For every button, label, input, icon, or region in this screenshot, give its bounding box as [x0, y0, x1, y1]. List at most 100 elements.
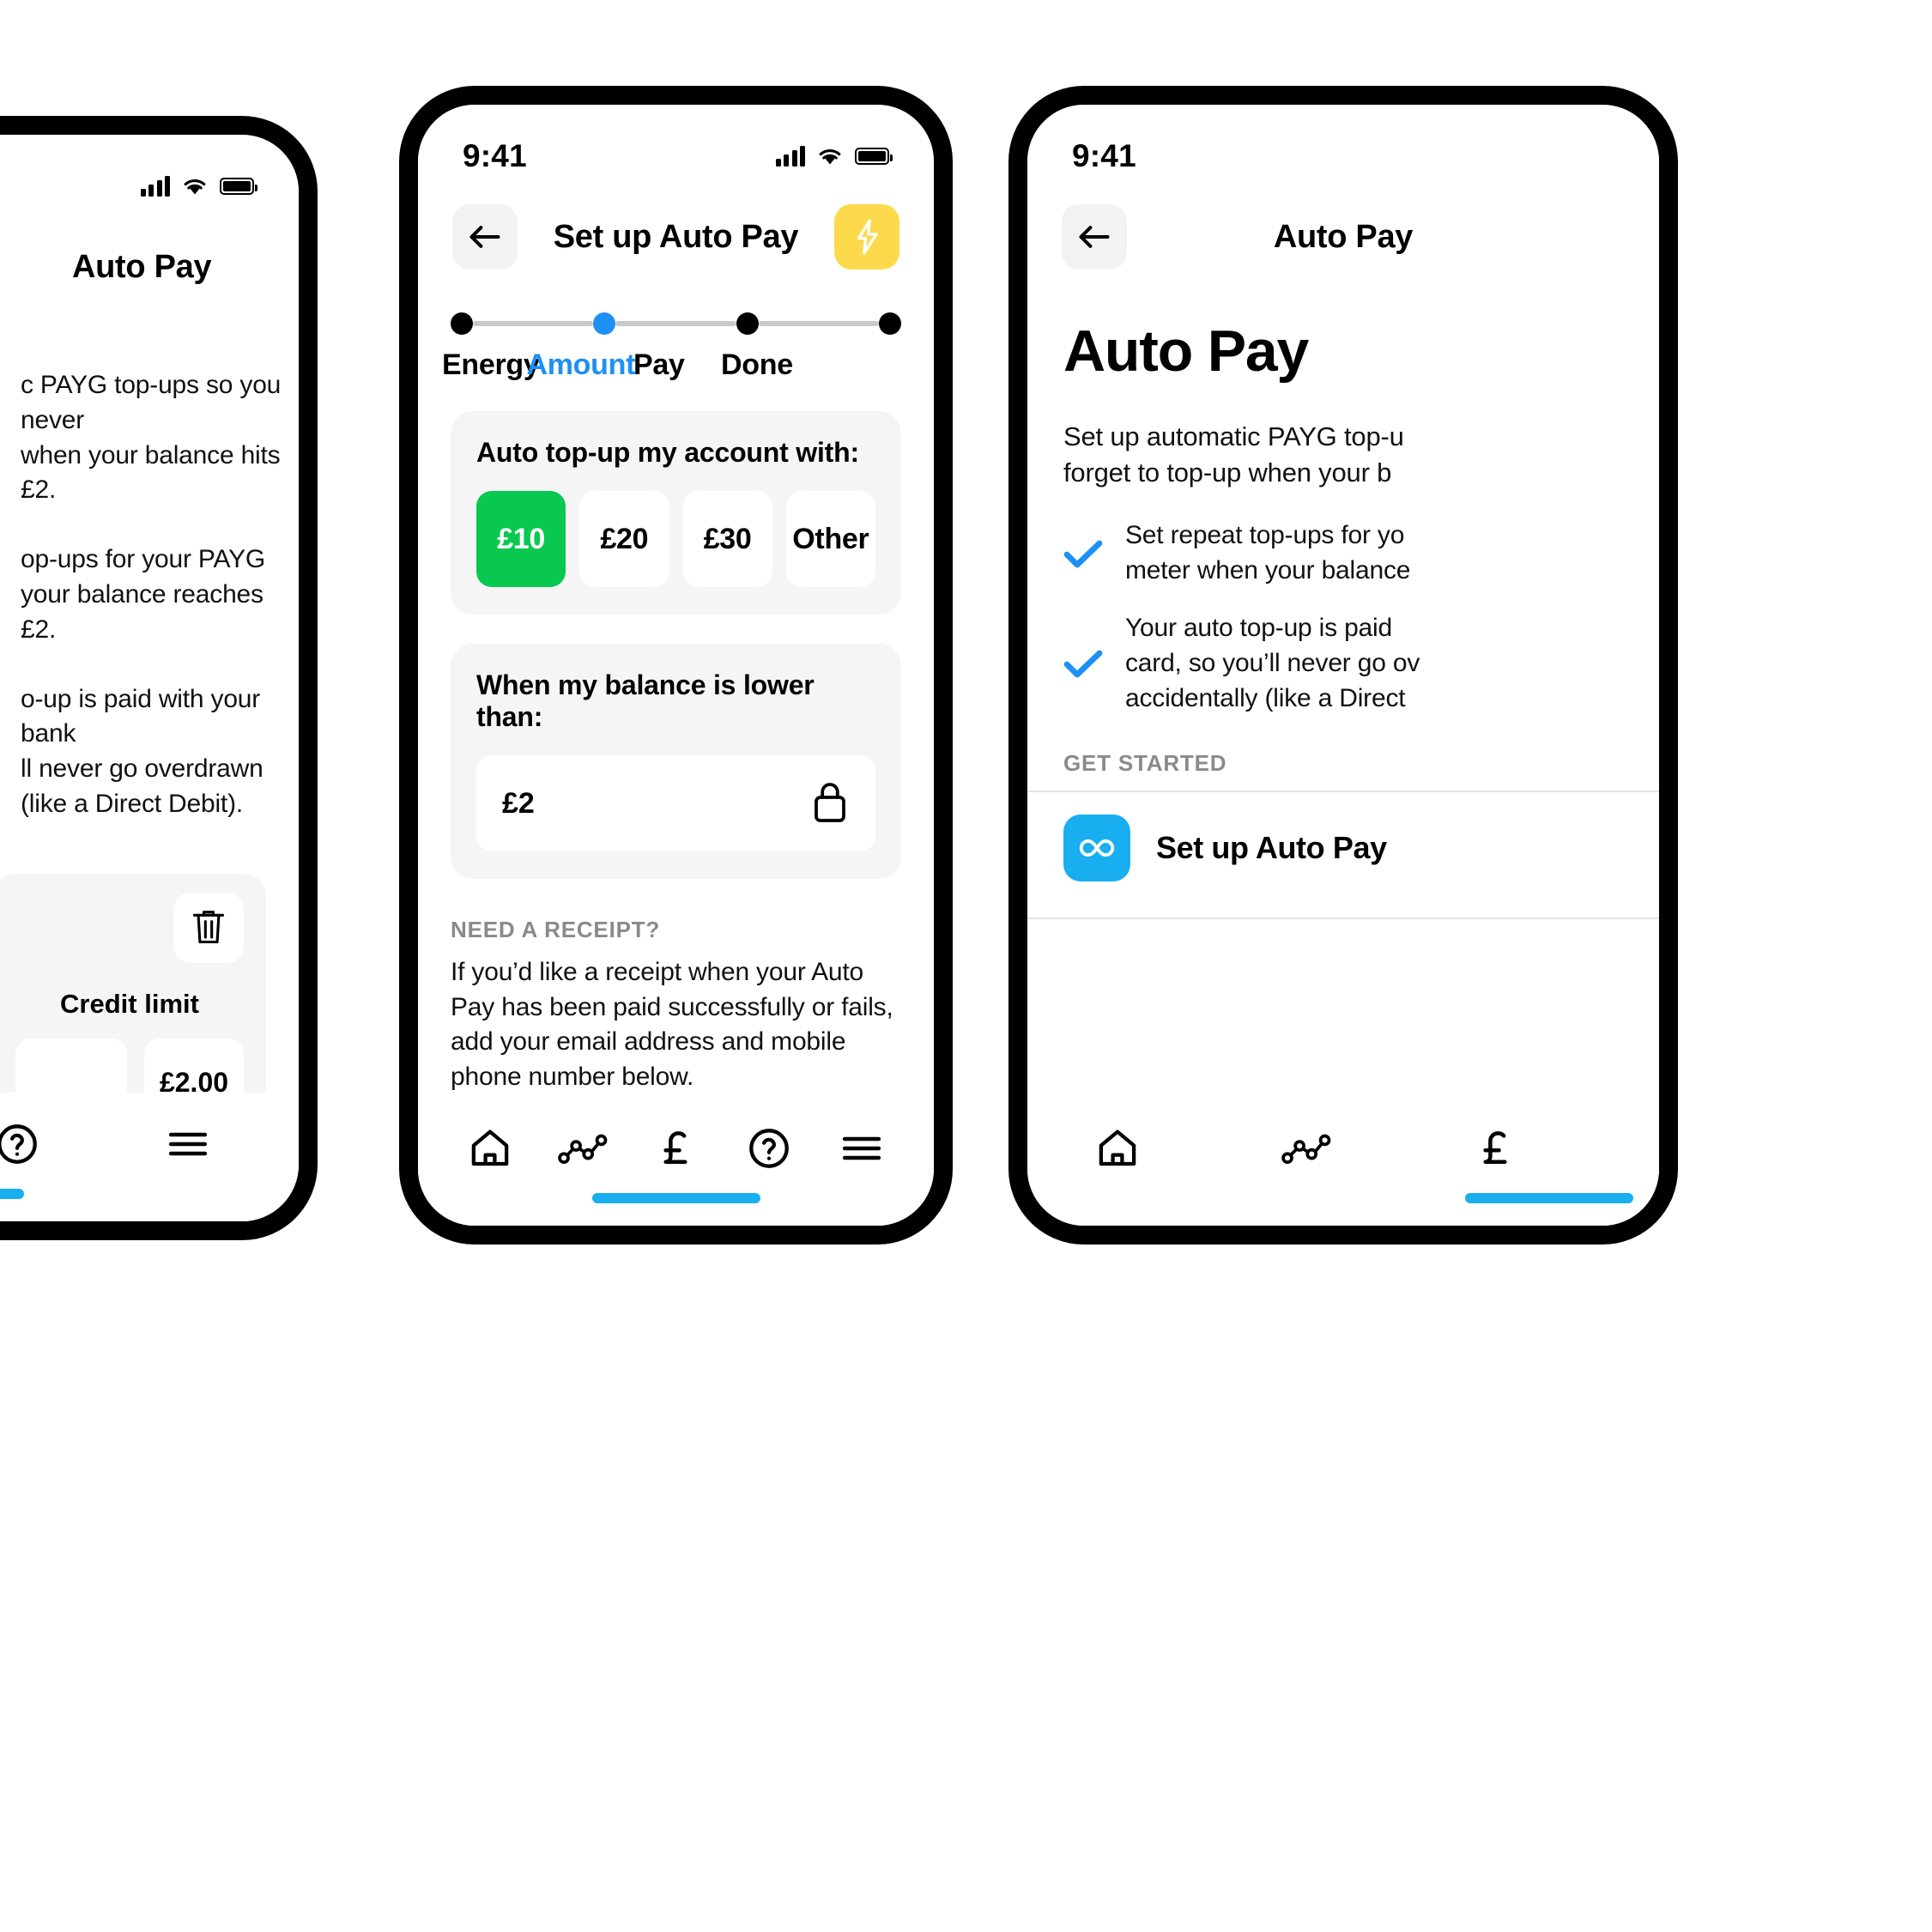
pound-icon[interactable] — [637, 1110, 714, 1187]
stepper-label-done: Done — [721, 348, 793, 381]
left-screen: Auto Pay c PAYG top-ups so you never whe… — [0, 135, 299, 1221]
stepper-bar-2 — [615, 321, 736, 326]
pound-icon[interactable] — [1457, 1110, 1534, 1187]
topup-amount-title: Auto top-up my account with: — [476, 437, 859, 468]
receipt-eyebrow: NEED A RECEIPT? — [451, 917, 661, 942]
benefit2-line3: accidentally (like a Direct — [1125, 683, 1406, 712]
stepper-labels: Energy Amount Pay Done — [442, 348, 901, 382]
set-up-auto-pay-row[interactable]: Set up Auto Pay — [1027, 792, 1659, 904]
signal-bars-icon — [140, 176, 170, 197]
benefit1-line2: meter when your balance — [1125, 556, 1411, 585]
usage-graph-icon[interactable] — [544, 1110, 621, 1187]
menu-icon[interactable] — [823, 1110, 900, 1187]
get-started-eyebrow: GET STARTED — [1063, 750, 1227, 777]
topup-amount-card: Auto top-up my account with: £10 £20 £30… — [451, 411, 901, 615]
left-para3-line3: (like a Direct Debit). — [21, 789, 243, 818]
right-intro-line1: Set up automatic PAYG top-u — [1063, 421, 1404, 451]
stepper-bar-1 — [473, 321, 594, 326]
wifi-icon — [817, 147, 843, 166]
benefit2-line2: card, so you’ll never go ov — [1125, 648, 1420, 677]
benefit-text-1: Set repeat top-ups for yo meter when you… — [1125, 518, 1410, 589]
right-intro: Set up automatic PAYG top-u forget to to… — [1027, 385, 1659, 491]
center-screen: 9:41 Set up Auto Pay Energy Amount Pay D… — [418, 105, 934, 1226]
credit-limit-label: Credit limit — [60, 988, 199, 1019]
left-para1-line1: c PAYG top-ups so you never — [21, 371, 282, 434]
benefit2-line1: Your auto top-up is paid — [1125, 613, 1392, 642]
right-heading: Auto Pay — [1063, 318, 1309, 384]
home-icon[interactable] — [1079, 1110, 1156, 1187]
home-icon[interactable] — [451, 1110, 529, 1187]
phone-right: 9:41 Auto Pay Auto Pay Set up automatic … — [1008, 86, 1678, 1245]
trash-icon[interactable] — [173, 892, 244, 963]
menu-icon[interactable] — [149, 1105, 227, 1183]
signal-bars-icon — [775, 146, 805, 167]
lock-icon — [810, 779, 850, 828]
topup-amount-options: £10 £20 £30 Other — [476, 491, 875, 587]
right-status-time: 9:41 — [1072, 138, 1136, 173]
help-icon[interactable] — [730, 1110, 808, 1187]
benefit1-line1: Set repeat top-ups for yo — [1125, 521, 1405, 550]
battery-icon — [220, 178, 257, 195]
stepper-label-amount: Amount — [526, 348, 636, 381]
receipt-body: If you’d like a receipt when your Auto P… — [451, 958, 893, 1091]
right-benefits-list: Set repeat top-ups for yo meter when you… — [1027, 491, 1659, 716]
phone-center: 9:41 Set up Auto Pay Energy Amount Pay D… — [399, 86, 953, 1245]
stepper-dot-energy[interactable] — [451, 312, 473, 335]
usage-graph-icon[interactable] — [1268, 1110, 1345, 1187]
stepper-track — [451, 312, 901, 335]
balance-threshold-value: £2 — [502, 786, 535, 820]
balance-threshold-title: When my balance is lower than: — [476, 669, 815, 732]
right-nav-bar: Auto Pay — [1027, 184, 1659, 278]
battery-icon — [855, 148, 893, 165]
center-status-bar: 9:41 — [418, 105, 934, 184]
list-item: Set repeat top-ups for yo meter when you… — [1063, 518, 1659, 589]
left-paragraph-3: o-up is paid with your bank ll never go … — [0, 682, 299, 822]
amount-option-10[interactable]: £10 — [476, 491, 566, 587]
stepper-bar-3 — [758, 321, 879, 326]
left-para1-line2: when your balance hits £2. — [21, 440, 281, 505]
right-intro-line2: forget to top-up when your b — [1063, 457, 1392, 488]
set-up-auto-pay-label: Set up Auto Pay — [1156, 830, 1387, 866]
amount-option-20[interactable]: £20 — [579, 491, 669, 587]
left-para2-line2: your balance reaches £2. — [21, 579, 263, 644]
left-paragraph-1: c PAYG top-ups so you never when your ba… — [0, 368, 299, 508]
center-nav-bar: Set up Auto Pay — [418, 184, 934, 278]
back-arrow-icon[interactable] — [1062, 204, 1127, 270]
back-arrow-icon[interactable] — [452, 204, 518, 270]
stepper-dot-amount[interactable] — [593, 312, 616, 335]
center-home-indicator — [591, 1193, 760, 1203]
center-page-title: Set up Auto Pay — [553, 218, 799, 255]
left-para3-line2: ll never go overdrawn — [21, 754, 263, 784]
setup-stepper: Energy Amount Pay Done — [418, 278, 934, 382]
center-status-time: 9:41 — [463, 138, 527, 173]
left-page-title: Auto Pay — [72, 248, 212, 285]
right-home-indicator — [1465, 1193, 1633, 1203]
stepper-dot-done[interactable] — [878, 312, 901, 335]
right-page-title: Auto Pay — [1273, 218, 1414, 255]
list-item: Your auto top-up is paid card, so you’ll… — [1063, 611, 1659, 716]
screenshot-canvas: Auto Pay c PAYG top-ups so you never whe… — [0, 0, 1932, 1932]
right-screen: 9:41 Auto Pay Auto Pay Set up automatic … — [1027, 105, 1659, 1226]
check-icon — [1063, 648, 1103, 679]
wifi-icon — [182, 177, 208, 196]
amount-option-other[interactable]: Other — [785, 491, 875, 587]
left-home-indicator — [0, 1189, 24, 1199]
left-nav-bar: Auto Pay — [0, 214, 299, 308]
phone-left: Auto Pay c PAYG top-ups so you never whe… — [0, 116, 318, 1240]
help-icon[interactable] — [0, 1105, 56, 1183]
infinity-icon — [1063, 815, 1130, 882]
balance-threshold-field[interactable]: £2 — [476, 755, 875, 851]
benefit-text-2: Your auto top-up is paid card, so you’ll… — [1125, 611, 1420, 716]
left-para3-line1: o-up is paid with your bank — [21, 684, 261, 748]
check-icon — [1063, 538, 1103, 569]
left-tab-bar — [0, 1093, 299, 1221]
stepper-dot-pay[interactable] — [736, 312, 759, 335]
amount-option-30[interactable]: £30 — [682, 491, 772, 587]
lightning-bolt-icon[interactable] — [834, 204, 899, 270]
right-tab-bar — [1027, 1097, 1659, 1226]
right-status-bar: 9:41 — [1027, 105, 1659, 184]
center-status-icons — [775, 146, 893, 167]
left-para2-line1: op-ups for your PAYG — [21, 545, 266, 574]
divider-bottom — [1027, 918, 1659, 920]
left-status-icons — [140, 176, 257, 197]
